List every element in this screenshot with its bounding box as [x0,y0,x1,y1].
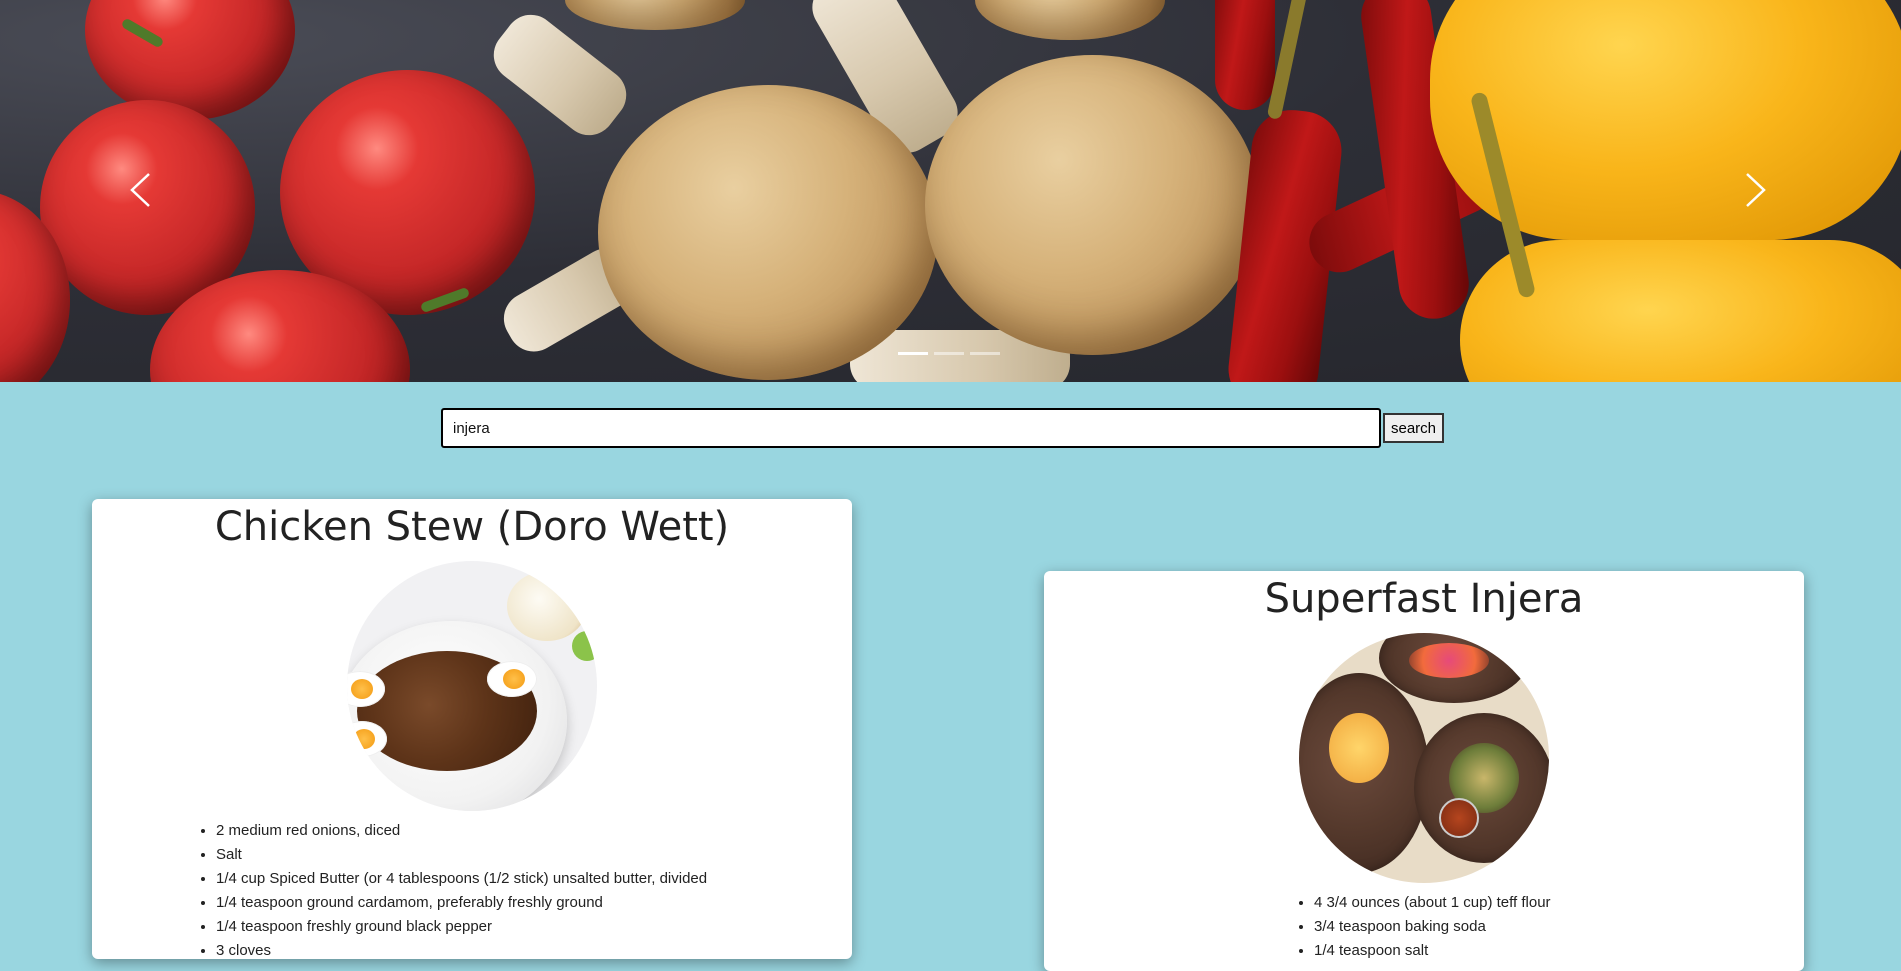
sauce-topping-image [1439,798,1479,838]
hero-carousel [0,0,1901,382]
mushroom-image [598,85,938,380]
ingredient-item: 4 3/4 ounces (about 1 cup) teff flour [1314,891,1804,915]
carousel-indicators [898,352,1000,355]
ingredient-item: 1/4 teaspoon ground cardamom, preferably… [216,891,852,915]
ingredient-item: 1/4 teaspoon freshly ground black pepper [216,915,852,939]
red-pepper-image [1215,0,1275,110]
ingredient-item: Salt [216,843,852,867]
ingredient-item: 1/4 teaspoon salt [1314,939,1804,963]
ingredient-item: 1/4 cup Spiced Butter (or 4 tablespoons … [216,867,852,891]
recipe-image [347,561,597,811]
mushroom-image [925,55,1260,355]
carousel-indicator-3[interactable] [970,352,1000,355]
chevron-right-icon [1746,173,1766,207]
search-form: search [441,408,1445,448]
lime-image [572,631,597,661]
recipe-title: Chicken Stew (Doro Wett) [214,504,730,550]
recipe-card[interactable]: Superfast Injera 4 3/4 ounces (about 1 c… [1044,571,1804,971]
carousel-prev-button[interactable] [110,160,170,220]
recipe-image [1299,633,1549,883]
carousel-indicator-1[interactable] [898,352,928,355]
chevron-left-icon [130,173,150,207]
salad-topping-image [1409,643,1489,678]
ingredient-list: 2 medium red onions, diced Salt 1/4 cup … [92,819,852,959]
search-button[interactable]: search [1383,413,1445,443]
ingredient-list: 4 3/4 ounces (about 1 cup) teff flour 3/… [1044,891,1804,963]
carousel-next-button[interactable] [1726,160,1786,220]
carousel-indicator-2[interactable] [934,352,964,355]
egg-topping-image [1329,713,1389,783]
egg-image [487,661,537,697]
recipe-card[interactable]: Chicken Stew (Doro Wett) 2 medium red on… [92,499,852,959]
recipe-title: Superfast Injera [1264,576,1584,622]
ingredient-item: 3/4 teaspoon baking soda [1314,915,1804,939]
rice-image [507,571,587,641]
search-input[interactable] [441,408,1381,448]
ingredient-item: 3 cloves [216,939,852,959]
ingredient-item: 2 medium red onions, diced [216,819,852,843]
